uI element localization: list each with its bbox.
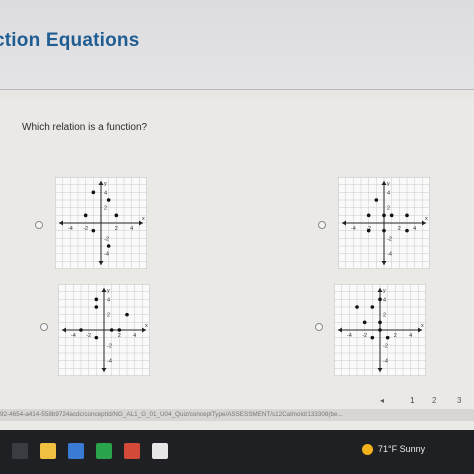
graph-point [370, 335, 375, 340]
x-tick-label: 4 [130, 226, 133, 232]
prev-page-button[interactable]: ◂ [380, 396, 384, 405]
graph-point [366, 228, 371, 233]
graph-point [91, 228, 96, 233]
x-tick-label: -4 [71, 333, 76, 339]
answer-radio-b[interactable] [318, 221, 326, 229]
y-axis-label: y [387, 181, 390, 187]
y-axis-label: y [107, 288, 110, 294]
graph-point [374, 198, 379, 202]
graph-point [106, 198, 111, 202]
graph-point [79, 328, 83, 332]
graph-point [117, 328, 122, 332]
lesson-header: ction Equations [0, 0, 474, 90]
taskbar: 71°F Sunny [0, 430, 474, 474]
y-tick-label: -4 [104, 252, 109, 258]
x-tick-label: 4 [413, 226, 416, 232]
x-tick-label: -4 [347, 333, 352, 339]
y-tick-label: 2 [383, 313, 386, 319]
status-url: 92-4654-a414-558b9724acdc/conceptId/NG_A… [0, 409, 474, 421]
coordinate-graph-c: -4 -4 -2 -2 2 2 4 4 x y [58, 284, 150, 376]
y-tick-label: -2 [104, 236, 109, 242]
answer-radio-d[interactable] [315, 323, 323, 331]
mail-icon[interactable] [124, 443, 140, 459]
y-axis-label: y [383, 288, 386, 294]
y-tick-label: 2 [387, 206, 390, 212]
page-title: ction Equations [0, 30, 140, 51]
y-tick-label: -2 [107, 343, 112, 349]
y-tick-label: 4 [387, 190, 390, 196]
coordinate-graph-a: -4 -4 -2 -2 2 2 4 4 x y [55, 177, 147, 269]
graph-point [385, 335, 390, 340]
x-tick-label: -4 [68, 226, 73, 232]
y-axis-label: y [104, 181, 107, 187]
chrome-icon[interactable] [152, 443, 168, 459]
y-tick-label: -4 [107, 359, 112, 365]
graph-point [94, 305, 99, 309]
graph-point [405, 228, 409, 233]
y-tick-label: 2 [104, 206, 107, 212]
question-text: Which relation is a function? [22, 122, 148, 133]
edge-browser-icon[interactable] [68, 443, 84, 459]
x-axis-label: x [425, 216, 428, 222]
search-icon[interactable] [12, 443, 28, 459]
graph-point [125, 312, 129, 317]
x-tick-label: -2 [86, 333, 91, 339]
x-axis-label: x [142, 216, 145, 222]
graph-point [382, 213, 386, 218]
weather-status[interactable]: 71°F Sunny [378, 444, 425, 454]
x-tick-label: 2 [118, 333, 121, 339]
sun-icon [362, 444, 373, 455]
graph-point [378, 297, 382, 302]
x-tick-label: 2 [394, 333, 397, 339]
graph-point [94, 297, 99, 302]
graph-point [355, 305, 359, 309]
page-2-link[interactable]: 2 [432, 396, 436, 405]
graph-point [382, 228, 386, 233]
graph-point [83, 213, 88, 218]
y-tick-label: 2 [107, 313, 110, 319]
graph-point [94, 335, 99, 340]
x-tick-label: 2 [398, 226, 401, 232]
page-1-link[interactable]: 1 [410, 396, 414, 405]
coordinate-graph-d: -4 -4 -2 -2 2 2 4 4 x y [334, 284, 426, 376]
y-tick-label: -4 [387, 252, 392, 258]
y-tick-label: -2 [383, 343, 388, 349]
x-axis-label: x [145, 323, 148, 329]
graph-point [370, 305, 375, 309]
graph-point [378, 320, 382, 325]
store-icon[interactable] [96, 443, 112, 459]
file-explorer-icon[interactable] [40, 443, 56, 459]
x-tick-label: 4 [409, 333, 412, 339]
graph-point [109, 328, 114, 332]
answer-radio-a[interactable] [35, 221, 43, 229]
graph-point [378, 328, 382, 332]
graph-point [91, 190, 96, 195]
graph-point [106, 244, 111, 248]
x-tick-label: -4 [351, 226, 356, 232]
y-tick-label: 4 [107, 297, 110, 303]
x-tick-label: -2 [83, 226, 88, 232]
x-axis-label: x [421, 323, 424, 329]
y-tick-label: -4 [383, 359, 388, 365]
graph-point [389, 213, 394, 218]
y-tick-label: -2 [387, 236, 392, 242]
y-tick-label: 4 [104, 190, 107, 196]
x-tick-label: 2 [115, 226, 118, 232]
y-tick-label: 4 [383, 297, 386, 303]
coordinate-graph-b: -4-4-2-22244xy [338, 177, 430, 269]
graph-point [114, 213, 119, 218]
x-tick-label: -2 [362, 333, 367, 339]
graph-point [405, 213, 409, 218]
answer-radio-c[interactable] [40, 323, 48, 331]
page-3-link[interactable]: 3 [457, 396, 461, 405]
browser-viewport: ction Equations Which relation is a func… [0, 0, 474, 430]
graph-point [362, 320, 367, 325]
graph-point [366, 213, 371, 218]
x-tick-label: 4 [133, 333, 136, 339]
